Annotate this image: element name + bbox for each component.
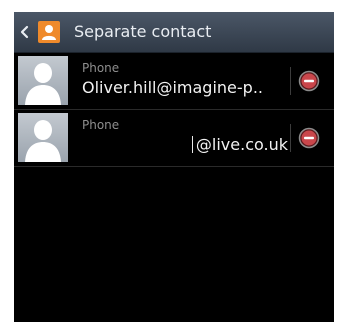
contact-row[interactable]: Phone @live.co.uk [14,110,334,167]
default-avatar-icon [18,113,68,162]
divider [290,124,291,152]
default-avatar-icon [18,56,68,105]
field-label: Phone [82,118,120,132]
page-title: Separate contact [74,22,212,41]
contact-person-icon [38,21,60,43]
contact-row[interactable]: Phone Oliver.hill@imagine-p.. [14,53,334,110]
remove-circle-icon [298,70,320,92]
field-label: Phone [82,61,120,75]
back-button[interactable] [14,12,36,52]
remove-circle-icon [298,127,320,149]
field-value[interactable]: @live.co.uk [82,135,288,155]
field-value-text: @live.co.uk [195,135,288,154]
remove-button[interactable] [296,125,322,151]
chevron-left-icon [20,25,29,39]
field-value: Oliver.hill@imagine-p.. [82,78,263,97]
remove-button[interactable] [296,68,322,94]
divider [290,67,291,95]
action-bar: Separate contact [14,12,334,53]
phone-screen: Separate contact Phone Oliver.hill@imagi… [14,12,334,322]
text-cursor [191,136,193,153]
